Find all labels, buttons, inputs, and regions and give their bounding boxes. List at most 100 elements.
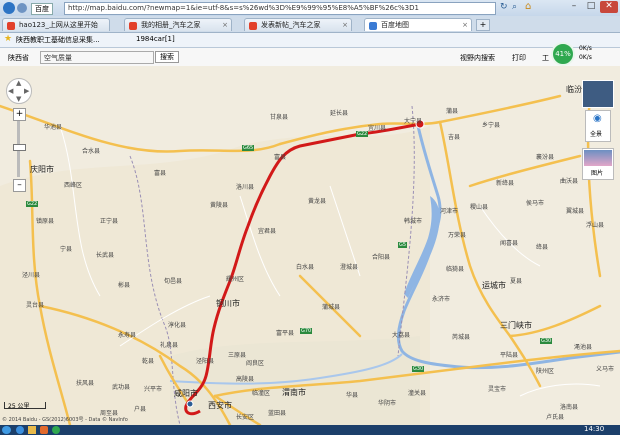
county-label: 宁县 [60,246,73,253]
county-label: 华阴市 [378,400,397,407]
county-label: 河津市 [440,208,459,215]
photo-layer-button[interactable]: 图片 [582,148,614,180]
print-link[interactable]: 打印 [512,53,526,63]
tab-label: 发表新帖_汽车之家 [261,21,321,29]
map-copyright: © 2014 Baidu - GS(2012)6003号 - Data © Na… [2,417,128,423]
county-label: 灵台县 [26,302,45,309]
close-icon[interactable]: × [342,19,348,31]
tab-favicon [7,22,15,30]
pan-up-icon[interactable]: ▲ [16,79,21,87]
close-icon[interactable]: × [222,19,228,31]
city-label-xianyang[interactable]: 咸阳市 [174,388,198,399]
county-label: 镇原县 [36,218,55,225]
tab-favicon [129,22,137,30]
pan-down-icon[interactable]: ▼ [16,95,21,103]
start-button[interactable] [2,426,11,434]
new-tab-button[interactable]: + [476,19,490,31]
county-label: 宜君县 [258,228,277,235]
pan-control[interactable]: ▲ ▼ ◀ ▶ [6,78,32,104]
search-engine-badge[interactable]: 百度 [31,3,53,15]
county-label: 蒲城县 [322,304,341,311]
pano-label: 全景 [590,131,603,138]
county-label: 万荣县 [448,232,467,239]
county-label: 黄陵县 [210,202,229,209]
close-window-button[interactable]: ✕ [600,1,618,13]
county-label: 宜川县 [368,125,387,132]
county-label: 侯马市 [526,200,545,207]
back-button[interactable] [3,2,15,14]
county-label: 兴平市 [144,386,163,393]
taskbar-folder-icon[interactable] [28,426,36,434]
bookmark-edu-info[interactable]: 陕西教职工基础信息采集... [16,35,100,45]
home-icon[interactable]: ⌂ [525,1,531,12]
refresh-icon[interactable]: ↻ [500,2,508,12]
location-label[interactable]: 陕西省 [8,53,29,63]
view-search-link[interactable]: 视野内搜索 [460,53,495,63]
network-speed-widget: 41% 0K/s 0K/s [551,42,611,66]
zoom-in-button[interactable]: + [13,108,26,121]
tab-hao123[interactable]: hao123_上网从这里开始 [2,18,110,31]
county-label: 潼关县 [408,390,427,397]
road-shield-g5: G5 [398,242,408,248]
pan-left-icon[interactable]: ◀ [8,87,13,95]
county-label: 夏县 [510,278,523,285]
county-label: 乡宁县 [482,122,501,129]
minimize-button[interactable]: – [566,1,582,13]
county-label: 长安区 [236,414,255,421]
city-label-weinan[interactable]: 渭南市 [282,387,306,398]
tab-favicon [249,22,257,30]
zoom-slider-handle[interactable] [13,144,26,151]
taskbar-media-icon[interactable] [40,426,48,434]
pan-right-icon[interactable]: ▶ [24,87,29,95]
tab-autohome-post[interactable]: 发表新帖_汽车之家 × [244,18,352,31]
street-view-button[interactable]: ◉ 全景 [585,110,611,142]
county-label: 合阳县 [372,254,391,261]
tools-link[interactable]: 工 [542,53,549,63]
county-label: 韩城市 [404,218,423,225]
city-label-xian[interactable]: 西安市 [208,400,232,411]
clock: 14:30 [584,425,605,433]
city-label-sanmenxia[interactable]: 三门峡市 [500,320,532,331]
map-search-button[interactable]: 搜索 [155,51,179,63]
url-field[interactable]: http://map.baidu.com/?newmap=1&ie=utf-8&… [64,2,496,15]
download-speed: 0K/s [579,54,592,61]
road-shield-g22-east: G22 [356,131,369,137]
bookmarks-bar: ★ 陕西教职工基础信息采集... 1984car[1] [0,33,620,48]
city-label-yuncheng[interactable]: 运城市 [482,280,506,291]
tab-favicon [369,22,377,30]
county-label: 义马市 [596,366,615,373]
tab-autohome-album[interactable]: 我的相册_汽车之家 × [124,18,232,31]
route-start-marker [186,400,194,408]
forward-button[interactable] [17,3,27,13]
maximize-button[interactable]: □ [583,1,599,13]
close-icon[interactable]: × [462,19,468,31]
county-label: 三原县 [228,352,247,359]
map-type-switch[interactable] [582,80,614,108]
url-text: http://map.baidu.com/?newmap=1&ie=utf-8&… [68,4,419,12]
county-label: 卢氏县 [546,414,565,421]
bookmark-1984car[interactable]: 1984car[1] [136,35,175,43]
photo-label: 图片 [591,170,604,177]
county-label: 平陆县 [500,352,519,359]
county-label: 芮城县 [452,334,471,341]
county-label: 户县 [134,406,147,413]
county-label: 富县 [274,154,287,161]
taskbar-ie-icon[interactable] [16,426,24,434]
county-label: 黄龙县 [308,198,327,205]
photo-thumbnail [584,150,612,166]
county-label: 阎良区 [246,360,265,367]
city-label-qingyang[interactable]: 庆阳市 [30,164,54,175]
map-svg [0,94,620,425]
county-label: 渑池县 [574,344,593,351]
zoom-out-button[interactable]: – [13,179,26,192]
county-label: 灵宝市 [488,386,507,393]
search-icon[interactable]: ⌕ [512,2,517,12]
star-icon[interactable]: ★ [4,34,12,44]
tab-baidu-map[interactable]: 百度地图 × [364,18,472,31]
map-search-input[interactable] [40,51,154,64]
map-canvas[interactable]: G22 G22 G65 G5 G30 G70 G30 临汾市 庆阳市 铜川市 运… [0,66,620,425]
county-label: 翼城县 [566,208,585,215]
taskbar-chat-icon[interactable] [52,426,60,434]
city-label-tongchuan[interactable]: 铜川市 [216,298,240,309]
county-label: 泾川县 [22,272,41,279]
